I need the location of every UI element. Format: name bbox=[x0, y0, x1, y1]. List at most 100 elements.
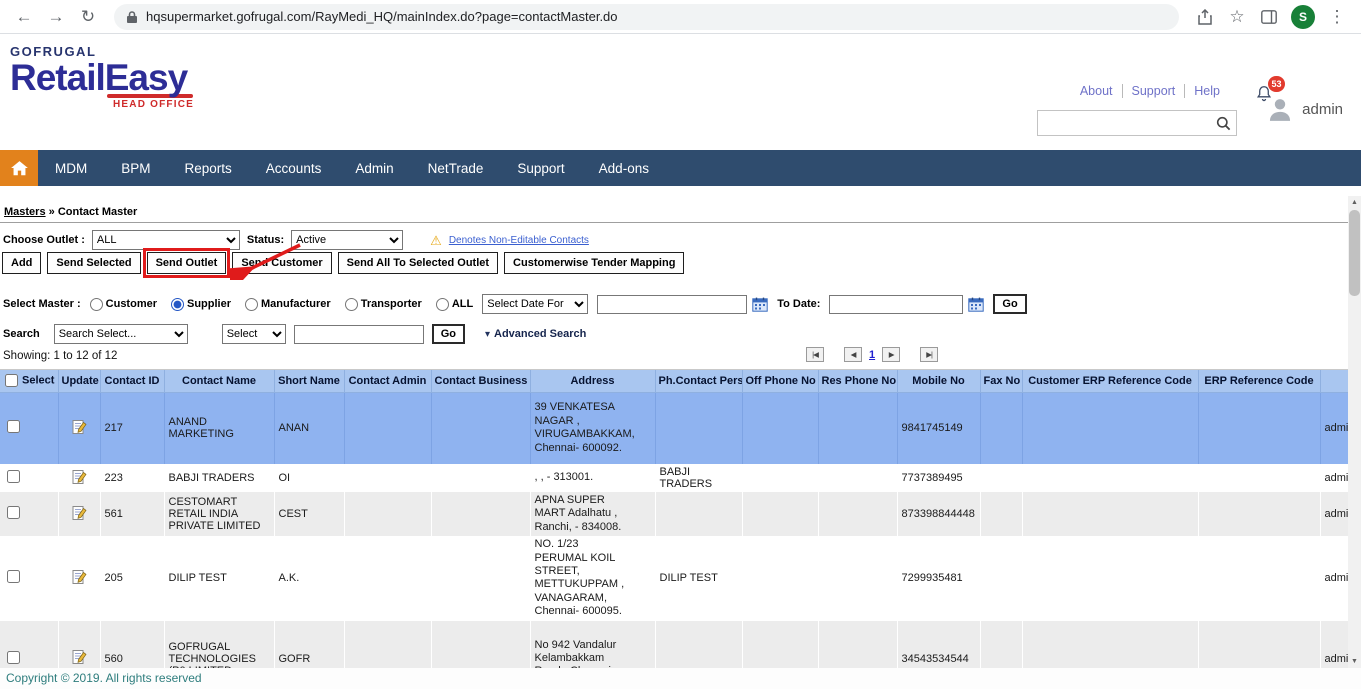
nav-item-mdm[interactable]: MDM bbox=[38, 150, 104, 186]
master-radio-label: Manufacturer bbox=[261, 298, 331, 310]
contact-table: SelectUpdateContact IDContact NameShort … bbox=[0, 370, 1348, 668]
cell-ph-contact-person: BABJI TRADERS bbox=[655, 464, 742, 492]
first-page-button[interactable]: |◀ bbox=[806, 347, 824, 362]
search-operator-select[interactable]: Select bbox=[222, 324, 286, 344]
row-select-checkbox[interactable] bbox=[7, 506, 20, 519]
send-outlet-button[interactable]: Send Outlet bbox=[147, 252, 227, 274]
cell-short-name: ANAN bbox=[274, 392, 344, 464]
nav-item-add-ons[interactable]: Add-ons bbox=[582, 150, 666, 186]
header-link-about[interactable]: About bbox=[1071, 84, 1123, 98]
search-go-button[interactable]: Go bbox=[432, 324, 465, 344]
master-radio-all[interactable]: ALL bbox=[436, 298, 473, 311]
from-date-calendar-icon[interactable] bbox=[752, 297, 768, 312]
table-row[interactable]: 561CESTOMART RETAIL INDIA PRIVATE LIMITE… bbox=[0, 492, 1348, 536]
header-link-support[interactable]: Support bbox=[1123, 84, 1186, 98]
scroll-down-icon[interactable]: ▼ bbox=[1348, 655, 1361, 668]
row-select-checkbox[interactable] bbox=[7, 570, 20, 583]
user-chip[interactable]: admin bbox=[1265, 96, 1343, 122]
master-radio-manufacturer[interactable]: Manufacturer bbox=[245, 298, 331, 311]
nav-item-nettrade[interactable]: NetTrade bbox=[411, 150, 501, 186]
to-date-calendar-icon[interactable] bbox=[968, 297, 984, 312]
status-select[interactable]: Active bbox=[291, 230, 403, 250]
edit-contact-icon[interactable] bbox=[72, 505, 87, 524]
page-number-link[interactable]: 1 bbox=[865, 349, 879, 361]
row-select-checkbox[interactable] bbox=[7, 651, 20, 664]
cell-contact-business bbox=[431, 536, 530, 620]
select-all-checkbox[interactable] bbox=[5, 374, 18, 387]
nav-item-reports[interactable]: Reports bbox=[168, 150, 249, 186]
share-icon[interactable] bbox=[1191, 3, 1219, 31]
edit-contact-icon[interactable] bbox=[72, 569, 87, 588]
header-search-input[interactable] bbox=[1038, 116, 1210, 130]
cell-contact-name: DILIP TEST bbox=[164, 536, 274, 620]
cell-contact-id: 217 bbox=[100, 392, 164, 464]
nav-item-bpm[interactable]: BPM bbox=[104, 150, 167, 186]
table-row[interactable]: 217ANAND MARKETINGANAN39 VENKATESA NAGAR… bbox=[0, 392, 1348, 464]
edit-contact-icon[interactable] bbox=[72, 649, 87, 668]
master-radio-supplier[interactable]: Supplier bbox=[171, 298, 231, 311]
contact-table-wrap: SelectUpdateContact IDContact NameShort … bbox=[0, 369, 1348, 668]
master-radio-customer[interactable]: Customer bbox=[90, 298, 157, 311]
select-date-for-select[interactable]: Select Date For bbox=[482, 294, 588, 314]
advanced-search-toggle[interactable]: ▾ Advanced Search bbox=[485, 328, 586, 340]
add-button[interactable]: Add bbox=[2, 252, 41, 274]
nav-item-admin[interactable]: Admin bbox=[338, 150, 410, 186]
header-link-help[interactable]: Help bbox=[1185, 84, 1229, 98]
scrollbar-thumb[interactable] bbox=[1349, 210, 1360, 296]
username-text: admin bbox=[1302, 101, 1343, 118]
cell-contact-admin bbox=[344, 536, 431, 620]
table-row[interactable]: 560GOFRUGAL TECHNOLOGIES (P0 LIMITEDGOFR… bbox=[0, 621, 1348, 668]
row-select-checkbox[interactable] bbox=[7, 470, 20, 483]
select-master-options: Customer Supplier Manufacturer Transporter A… bbox=[90, 298, 474, 311]
nav-item-support[interactable]: Support bbox=[500, 150, 581, 186]
browser-menu-icon[interactable]: ⋮ bbox=[1323, 3, 1351, 31]
date-go-button[interactable]: Go bbox=[993, 294, 1026, 314]
side-panel-icon[interactable] bbox=[1255, 3, 1283, 31]
prev-page-button[interactable]: ◀ bbox=[844, 347, 862, 362]
last-page-button[interactable]: ▶| bbox=[920, 347, 938, 362]
cell-off-phone-no bbox=[742, 536, 818, 620]
home-tab[interactable] bbox=[0, 150, 38, 186]
row-select-checkbox[interactable] bbox=[7, 420, 20, 433]
cell-off-phone-no bbox=[742, 621, 818, 668]
browser-back-icon[interactable]: ← bbox=[10, 3, 38, 31]
cell-contact-business bbox=[431, 464, 530, 492]
browser-forward-icon[interactable]: → bbox=[42, 3, 70, 31]
warning-triangle-icon: ⚠ bbox=[430, 234, 442, 247]
non-editable-contacts-note[interactable]: Denotes Non-Editable Contacts bbox=[449, 235, 589, 246]
edit-contact-icon[interactable] bbox=[72, 419, 87, 438]
send-selected-button[interactable]: Send Selected bbox=[47, 252, 140, 274]
vertical-scrollbar[interactable]: ▲ ▼ bbox=[1348, 196, 1361, 668]
browser-address-bar[interactable]: hqsupermarket.gofrugal.com/RayMedi_HQ/ma… bbox=[114, 4, 1179, 30]
next-page-button[interactable]: ▶ bbox=[882, 347, 900, 362]
scroll-up-icon[interactable]: ▲ bbox=[1348, 196, 1361, 209]
to-date-input[interactable] bbox=[829, 295, 963, 314]
bookmark-star-icon[interactable]: ☆ bbox=[1223, 3, 1251, 31]
browser-reload-icon[interactable]: ↻ bbox=[74, 3, 102, 31]
url-text[interactable]: hqsupermarket.gofrugal.com/RayMedi_HQ/ma… bbox=[146, 9, 618, 24]
search-field-select[interactable]: Search Select... bbox=[54, 324, 188, 344]
table-row[interactable]: 223BABJI TRADERSOI, , - 313001.BABJI TRA… bbox=[0, 464, 1348, 492]
cell-off-phone-no bbox=[742, 464, 818, 492]
browser-profile-avatar[interactable]: S bbox=[1291, 5, 1315, 29]
send-all-to-selected-outlet-button[interactable]: Send All To Selected Outlet bbox=[338, 252, 498, 274]
column-header-contact-name: Contact Name bbox=[164, 370, 274, 392]
table-row[interactable]: 205DILIP TESTA.K.NO. 1/23 PERUMAL KOIL S… bbox=[0, 536, 1348, 620]
column-header-select: Select bbox=[0, 370, 58, 392]
master-radio-transporter[interactable]: Transporter bbox=[345, 298, 422, 311]
send-customer-button[interactable]: Send Customer bbox=[232, 252, 331, 274]
customerwise-tender-mapping-button[interactable]: Customerwise Tender Mapping bbox=[504, 252, 684, 274]
search-value-input[interactable] bbox=[294, 325, 424, 344]
breadcrumb-masters-link[interactable]: Masters bbox=[4, 206, 46, 218]
cell-update bbox=[58, 392, 100, 464]
cell-update bbox=[58, 464, 100, 492]
column-header-crea: Crea bbox=[1320, 370, 1348, 392]
cell-update bbox=[58, 492, 100, 536]
column-header-contact-id: Contact ID bbox=[100, 370, 164, 392]
select-header-label: Select bbox=[22, 375, 54, 387]
edit-contact-icon[interactable] bbox=[72, 469, 87, 488]
nav-item-accounts[interactable]: Accounts bbox=[249, 150, 339, 186]
from-date-input[interactable] bbox=[597, 295, 747, 314]
choose-outlet-select[interactable]: ALL bbox=[92, 230, 240, 250]
search-icon[interactable] bbox=[1210, 111, 1236, 135]
